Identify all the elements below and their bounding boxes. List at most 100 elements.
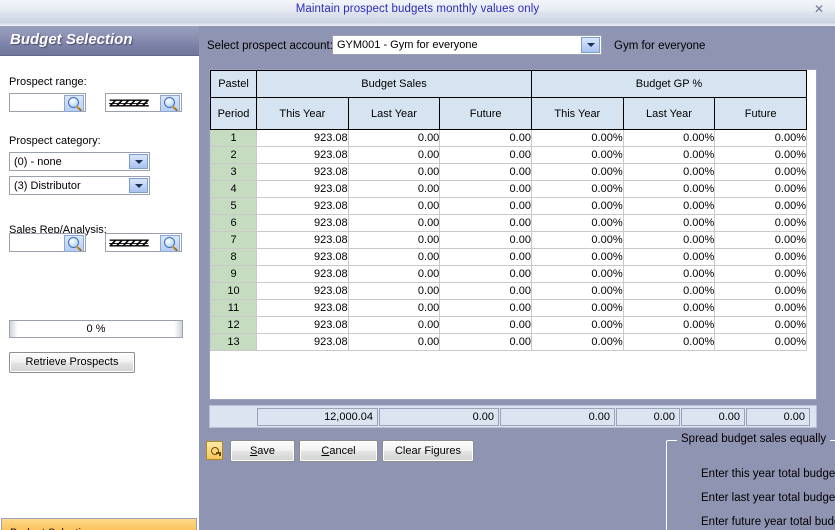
cell-gp-last-year[interactable]: 0.00% [623,130,715,147]
cell-gp-this-year[interactable]: 0.00% [531,215,623,232]
save-button[interactable]: Save [230,440,295,462]
table-row[interactable]: 5923.080.000.000.00%0.00%0.00% [211,198,807,215]
cell-gp-future[interactable]: 0.00% [715,283,807,300]
cell-gp-this-year[interactable]: 0.00% [531,181,623,198]
cell-sales-future[interactable]: 0.00 [440,232,532,249]
cell-sales-this-year[interactable]: 923.08 [257,164,349,181]
cell-sales-last-year[interactable]: 0.00 [348,215,440,232]
cell-gp-this-year[interactable]: 0.00% [531,249,623,266]
cell-gp-future[interactable]: 0.00% [715,232,807,249]
cell-gp-last-year[interactable]: 0.00% [623,215,715,232]
sidebar-tab-budget-selection[interactable]: Budget Selection [1,518,197,530]
cell-gp-this-year[interactable]: 0.00% [531,130,623,147]
cell-sales-last-year[interactable]: 0.00 [348,266,440,283]
search-icon[interactable] [160,235,180,252]
cell-sales-last-year[interactable]: 0.00 [348,164,440,181]
table-row[interactable]: 2923.080.000.000.00%0.00%0.00% [211,147,807,164]
cell-gp-future[interactable]: 0.00% [715,198,807,215]
cell-gp-future[interactable]: 0.00% [715,266,807,283]
close-icon[interactable]: ✕ [812,3,826,17]
cell-sales-this-year[interactable]: 923.08 [257,147,349,164]
cell-gp-last-year[interactable]: 0.00% [623,147,715,164]
cell-gp-future[interactable]: 0.00% [715,181,807,198]
column-header-sales-last-year[interactable]: Last Year [348,98,440,130]
table-row[interactable]: 3923.080.000.000.00%0.00%0.00% [211,164,807,181]
cell-gp-this-year[interactable]: 0.00% [531,164,623,181]
budget-grid[interactable]: Pastel Budget Sales Budget GP % Period T… [209,69,817,400]
prospect-account-select[interactable]: GYM001 - Gym for everyone [332,35,602,55]
cell-sales-future[interactable]: 0.00 [440,266,532,283]
cell-gp-future[interactable]: 0.00% [715,300,807,317]
cell-sales-this-year[interactable]: 923.08 [257,300,349,317]
cell-gp-future[interactable]: 0.00% [715,317,807,334]
cell-gp-this-year[interactable]: 0.00% [531,283,623,300]
cell-gp-future[interactable]: 0.00% [715,164,807,181]
cell-gp-future[interactable]: 0.00% [715,334,807,351]
sales-rep-to-field[interactable]: ZZZZZZ [105,233,182,252]
cell-sales-this-year[interactable]: 923.08 [257,283,349,300]
cancel-button[interactable]: Cancel [299,440,378,462]
column-header-period[interactable]: Period [211,98,257,130]
chevron-down-icon[interactable] [129,178,148,193]
cell-gp-this-year[interactable]: 0.00% [531,147,623,164]
sales-rep-from-field[interactable] [9,233,86,252]
cell-sales-this-year[interactable]: 923.08 [257,198,349,215]
cell-gp-last-year[interactable]: 0.00% [623,232,715,249]
cell-gp-last-year[interactable]: 0.00% [623,300,715,317]
table-row[interactable]: 13923.080.000.000.00%0.00%0.00% [211,334,807,351]
cell-sales-last-year[interactable]: 0.00 [348,249,440,266]
cell-gp-future[interactable]: 0.00% [715,249,807,266]
table-row[interactable]: 8923.080.000.000.00%0.00%0.00% [211,249,807,266]
cell-gp-last-year[interactable]: 0.00% [623,181,715,198]
cell-sales-last-year[interactable]: 0.00 [348,317,440,334]
cell-sales-last-year[interactable]: 0.00 [348,300,440,317]
column-header-sales-this-year[interactable]: This Year [257,98,349,130]
cell-sales-last-year[interactable]: 0.00 [348,334,440,351]
cell-gp-this-year[interactable]: 0.00% [531,232,623,249]
cell-gp-last-year[interactable]: 0.00% [623,266,715,283]
cell-sales-this-year[interactable]: 923.08 [257,215,349,232]
cell-sales-last-year[interactable]: 0.00 [348,181,440,198]
prospect-category-select-secondary[interactable]: (3) Distributor [9,176,150,195]
cell-gp-this-year[interactable]: 0.00% [531,300,623,317]
cell-sales-future[interactable]: 0.00 [440,283,532,300]
cell-gp-this-year[interactable]: 0.00% [531,266,623,283]
cell-sales-last-year[interactable]: 0.00 [348,130,440,147]
search-icon[interactable] [160,95,180,112]
cell-sales-last-year[interactable]: 0.00 [348,283,440,300]
cell-sales-this-year[interactable]: 923.08 [257,232,349,249]
search-icon[interactable] [64,95,84,112]
cell-sales-future[interactable]: 0.00 [440,181,532,198]
cell-gp-last-year[interactable]: 0.00% [623,317,715,334]
cell-gp-last-year[interactable]: 0.00% [623,283,715,300]
cell-sales-last-year[interactable]: 0.00 [348,147,440,164]
cell-sales-last-year[interactable]: 0.00 [348,198,440,215]
prospect-range-from-field[interactable] [9,93,86,112]
cell-sales-this-year[interactable]: 923.08 [257,181,349,198]
cell-gp-future[interactable]: 0.00% [715,130,807,147]
chevron-down-icon[interactable] [129,154,148,169]
cell-gp-this-year[interactable]: 0.00% [531,317,623,334]
table-row[interactable]: 7923.080.000.000.00%0.00%0.00% [211,232,807,249]
cell-gp-last-year[interactable]: 0.00% [623,249,715,266]
clear-figures-button[interactable]: Clear Figures [382,440,474,462]
cell-sales-future[interactable]: 0.00 [440,130,532,147]
cell-gp-last-year[interactable]: 0.00% [623,198,715,215]
cell-sales-future[interactable]: 0.00 [440,198,532,215]
column-header-gp-this-year[interactable]: This Year [531,98,623,130]
cell-sales-future[interactable]: 0.00 [440,300,532,317]
prospect-range-to-field[interactable]: ZZZZZZ [105,93,182,112]
cell-sales-future[interactable]: 0.00 [440,317,532,334]
cell-gp-this-year[interactable]: 0.00% [531,334,623,351]
cell-gp-last-year[interactable]: 0.00% [623,164,715,181]
cell-gp-this-year[interactable]: 0.00% [531,198,623,215]
retrieve-prospects-button[interactable]: Retrieve Prospects [9,352,135,373]
cell-sales-future[interactable]: 0.00 [440,164,532,181]
table-row[interactable]: 4923.080.000.000.00%0.00%0.00% [211,181,807,198]
cell-sales-this-year[interactable]: 923.08 [257,334,349,351]
table-row[interactable]: 6923.080.000.000.00%0.00%0.00% [211,215,807,232]
column-header-sales-future[interactable]: Future [440,98,532,130]
cell-sales-this-year[interactable]: 923.08 [257,317,349,334]
table-row[interactable]: 1923.080.000.000.00%0.00%0.00% [211,130,807,147]
prospect-category-select-primary[interactable]: (0) - none [9,152,150,171]
